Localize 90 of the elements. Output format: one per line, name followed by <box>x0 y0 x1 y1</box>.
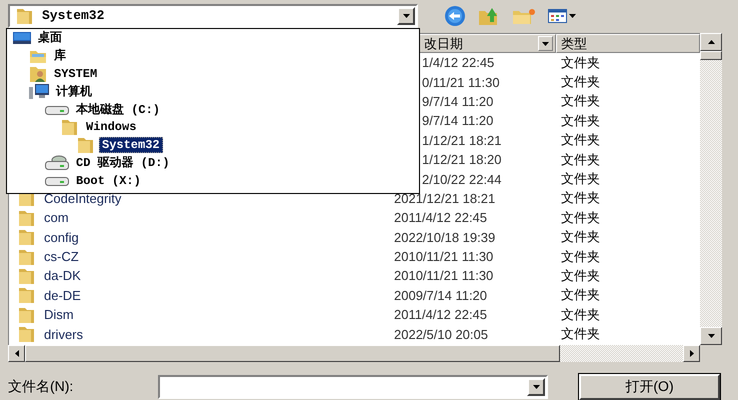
file-name-field[interactable] <box>158 375 548 399</box>
folder-icon <box>18 266 36 285</box>
column-header[interactable]: 类型 <box>556 34 700 53</box>
folder-icon <box>77 136 95 154</box>
sort-dropdown-button[interactable] <box>538 36 553 51</box>
caret-icon <box>542 42 549 46</box>
tree-item[interactable]: Windows <box>83 119 140 136</box>
table-cell: 文件夹 <box>561 326 600 342</box>
vertical-scrollbar[interactable] <box>700 33 722 345</box>
left-arrow-icon <box>14 350 18 357</box>
views-menu-button[interactable] <box>548 8 576 22</box>
file-name[interactable]: CodeIntegrity <box>44 190 122 206</box>
file-name-label: 文件名(N): <box>8 378 74 396</box>
scroll-thumb[interactable] <box>25 345 560 362</box>
monitor-icon <box>13 30 31 45</box>
table-cell: 文件夹 <box>561 287 600 302</box>
table-cell: 9/7/14 11:20 <box>422 113 494 128</box>
tree-item[interactable]: SYSTEM <box>51 66 100 82</box>
scroll-right-button[interactable] <box>683 345 700 362</box>
dropdown-button[interactable] <box>397 6 415 24</box>
computer-icon <box>29 84 49 100</box>
up-arrow-icon <box>708 40 714 44</box>
table-cell: 文件夹 <box>561 306 600 322</box>
table-cell: 2022/5/10 20:05 <box>394 326 488 342</box>
folder-icon <box>18 325 36 344</box>
table-cell: 2010/11/21 11:30 <box>394 268 494 284</box>
tree-item[interactable]: 桌面 <box>35 30 65 46</box>
folder-icon <box>18 208 36 227</box>
table-cell: 文件夹 <box>561 210 600 225</box>
tree-item[interactable]: 计算机 <box>53 84 95 100</box>
back-icon[interactable] <box>444 4 466 26</box>
file-name[interactable]: de-DE <box>44 288 81 303</box>
table-cell: 1/12/21 18:20 <box>422 152 502 168</box>
drive-icon <box>45 175 69 188</box>
right-arrow-icon <box>690 350 694 357</box>
open-button[interactable]: 打开(O) <box>579 374 720 400</box>
scroll-up-button[interactable] <box>700 33 722 51</box>
folder-icon <box>18 228 36 246</box>
down-arrow-icon <box>708 334 714 338</box>
table-cell: 文件夹 <box>561 190 600 206</box>
horizontal-scrollbar[interactable] <box>8 345 700 362</box>
table-cell: 文件夹 <box>561 112 600 128</box>
table-cell: 文件夹 <box>561 248 600 264</box>
table-cell: 9/7/14 11:20 <box>422 94 494 109</box>
table-cell: 2010/11/21 11:30 <box>394 249 494 264</box>
table-cell: 文件夹 <box>561 74 600 90</box>
tree-item[interactable]: System32 <box>99 137 163 154</box>
caret-icon <box>532 385 540 389</box>
caret-icon <box>402 14 410 18</box>
table-cell: 2022/10/18 19:39 <box>394 230 496 245</box>
cd-drive-icon <box>45 155 69 172</box>
tree-item[interactable]: 本地磁盘 (C:) <box>73 102 164 118</box>
table-cell: 文件夹 <box>561 132 600 148</box>
dropdown-button[interactable] <box>527 378 545 396</box>
file-name[interactable]: config <box>44 230 79 245</box>
table-cell: 1/4/12 22:45 <box>422 55 494 70</box>
caret-icon <box>569 14 576 18</box>
table-cell: 2011/4/12 22:45 <box>394 307 488 322</box>
user-folder-icon <box>29 64 47 83</box>
table-cell: 文件夹 <box>561 171 600 186</box>
folder-icon <box>18 248 36 266</box>
table-cell: 1/12/21 18:21 <box>422 132 502 148</box>
table-cell: 文件夹 <box>561 268 600 283</box>
tree-item[interactable]: CD 驱动器 (D:) <box>73 155 173 172</box>
location-combo[interactable]: System32 <box>8 4 418 28</box>
tree-item[interactable]: Boot (X:) <box>73 173 144 190</box>
table-cell: 2/10/22 22:44 <box>422 172 502 187</box>
scroll-left-button[interactable] <box>8 345 25 362</box>
drive-icon <box>45 104 69 116</box>
table-cell: 文件夹 <box>561 152 600 167</box>
tree-item[interactable]: 库 <box>51 48 69 64</box>
table-cell: 2011/4/12 22:45 <box>394 210 488 226</box>
folder-icon <box>18 286 36 304</box>
scroll-thumb[interactable] <box>700 51 722 60</box>
table-cell: 文件夹 <box>561 229 600 244</box>
folder-icon <box>61 118 79 136</box>
file-name[interactable]: com <box>44 210 69 226</box>
table-cell: 2009/7/14 11:20 <box>394 288 488 303</box>
file-name[interactable]: Dism <box>44 307 74 322</box>
table-cell: 2021/12/21 18:21 <box>394 190 496 206</box>
file-name[interactable]: drivers <box>44 326 84 342</box>
table-cell: 文件夹 <box>561 54 600 70</box>
scroll-down-button[interactable] <box>700 327 722 345</box>
file-name[interactable]: da-DK <box>44 268 81 284</box>
folder-icon <box>16 6 34 24</box>
table-cell: 文件夹 <box>561 93 600 108</box>
file-name[interactable]: cs-CZ <box>44 249 79 264</box>
grid-icon <box>548 8 567 22</box>
table-cell: 0/11/21 11:30 <box>422 74 500 90</box>
folder-icon <box>18 306 36 324</box>
